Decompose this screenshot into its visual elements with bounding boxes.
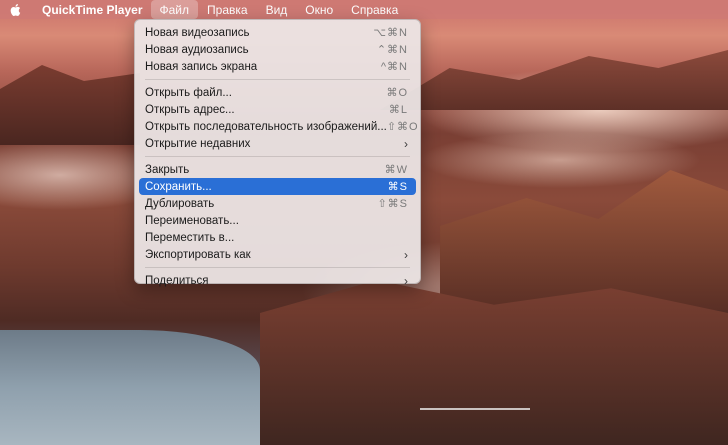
menu-item-new-audio-recording[interactable]: Новая аудиозапись ⌃⌘N xyxy=(139,41,416,58)
menu-item-label: Сохранить... xyxy=(145,180,212,193)
menu-item-shortcut: ⌘W xyxy=(384,164,408,176)
menu-item-label: Экспортировать как xyxy=(145,248,251,261)
menu-item-label: Открытие недавних xyxy=(145,137,251,150)
menu-separator xyxy=(145,267,410,268)
menu-item-shortcut: ⇧⌘S xyxy=(377,198,408,210)
menu-item-open-file[interactable]: Открыть файл... ⌘O xyxy=(139,84,416,101)
chevron-right-icon: › xyxy=(404,247,408,262)
bridge xyxy=(420,408,530,424)
apple-logo-glyph xyxy=(10,3,21,16)
menu-item-new-screen-recording[interactable]: Новая запись экрана ^⌘N xyxy=(139,58,416,75)
ocean xyxy=(0,330,260,445)
menu-item-label: Переместить в... xyxy=(145,231,235,244)
menu-item-label: Дублировать xyxy=(145,197,215,210)
menubar-item-edit[interactable]: Правка xyxy=(198,0,257,19)
menu-item-shortcut: ⇧⌘O xyxy=(386,121,419,133)
menu-separator xyxy=(145,156,410,157)
menu-item-label: Закрыть xyxy=(145,163,190,176)
chevron-right-icon: › xyxy=(404,136,408,151)
menu-item-label: Поделиться xyxy=(145,274,209,287)
menu-item-save[interactable]: Сохранить... ⌘S xyxy=(139,178,416,195)
menu-item-export-as[interactable]: Экспортировать как › xyxy=(139,246,416,263)
menu-item-shortcut: ⌘L xyxy=(388,104,408,116)
menu-item-shortcut: ⌘O xyxy=(386,87,408,99)
menu-item-close[interactable]: Закрыть ⌘W xyxy=(139,161,416,178)
menu-item-shortcut: ^⌘N xyxy=(380,61,408,73)
apple-logo-icon[interactable] xyxy=(0,0,30,19)
menu-item-label: Открыть последовательность изображений..… xyxy=(145,120,387,133)
chevron-right-icon: › xyxy=(404,273,408,288)
menubar-item-file[interactable]: Файл xyxy=(150,0,199,19)
menubar-item-help[interactable]: Справка xyxy=(342,0,407,19)
mountain-ridge xyxy=(0,65,140,145)
menu-item-shortcut: ⌃⌘N xyxy=(376,44,408,56)
menu-item-shortcut: ⌥⌘N xyxy=(373,27,408,39)
menubar-app-name[interactable]: QuickTime Player xyxy=(30,0,151,19)
menu-item-label: Новая видеозапись xyxy=(145,26,250,39)
menu-item-label: Переименовать... xyxy=(145,214,239,227)
menu-item-duplicate[interactable]: Дублировать ⇧⌘S xyxy=(139,195,416,212)
menu-item-label: Новая аудиозапись xyxy=(145,43,249,56)
menu-item-open-image-sequence[interactable]: Открыть последовательность изображений..… xyxy=(139,118,419,135)
menubar-item-window[interactable]: Окно xyxy=(296,0,342,19)
menu-item-label: Открыть файл... xyxy=(145,86,232,99)
menu-item-rename[interactable]: Переименовать... xyxy=(139,212,416,229)
menu-item-label: Открыть адрес... xyxy=(145,103,235,116)
menu-item-share[interactable]: Поделиться › xyxy=(139,272,416,289)
menubar-item-view[interactable]: Вид xyxy=(257,0,297,19)
menu-item-move-to[interactable]: Переместить в... xyxy=(139,229,416,246)
menu-item-shortcut: ⌘S xyxy=(387,181,408,193)
menu-item-open-recent[interactable]: Открытие недавних › xyxy=(139,135,416,152)
menu-item-open-location[interactable]: Открыть адрес... ⌘L xyxy=(139,101,416,118)
menu-separator xyxy=(145,79,410,80)
menu-item-new-movie-recording[interactable]: Новая видеозапись ⌥⌘N xyxy=(139,24,416,41)
menu-item-label: Новая запись экрана xyxy=(145,60,258,73)
file-menu-dropdown: Новая видеозапись ⌥⌘N Новая аудиозапись … xyxy=(134,19,421,288)
menu-bar: QuickTime Player Файл Правка Вид Окно Сп… xyxy=(0,0,728,19)
